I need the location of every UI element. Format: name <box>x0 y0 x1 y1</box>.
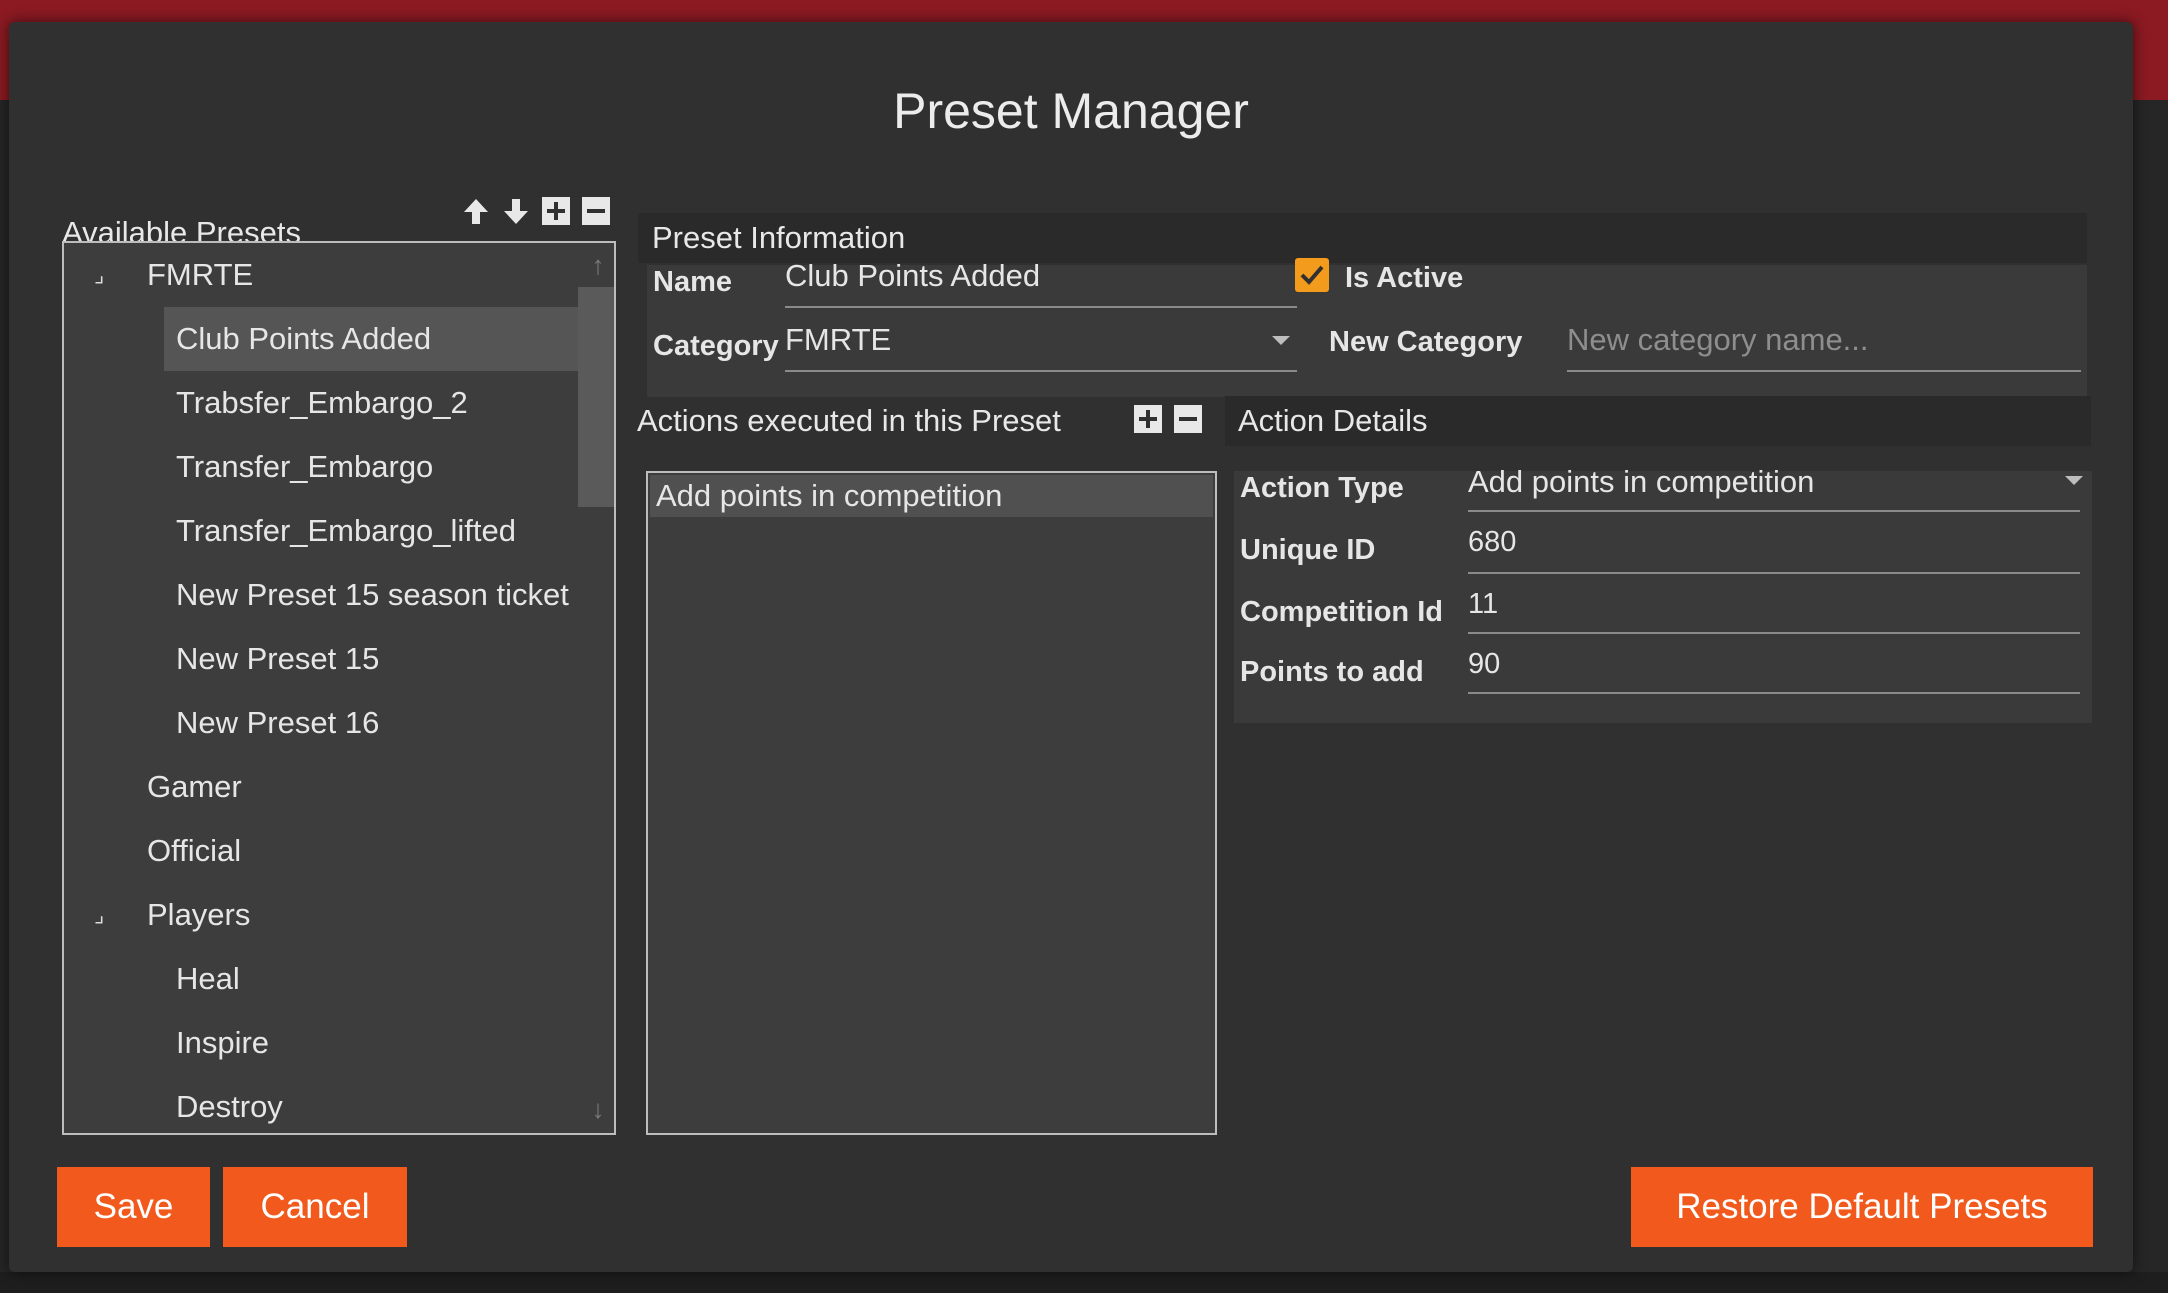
dialog-title: Preset Manager <box>893 83 1249 139</box>
name-field[interactable]: Club Points Added <box>785 258 1040 294</box>
competition-id-underline <box>1468 632 2080 634</box>
tree-item-fmrte[interactable]: FMRTE <box>147 243 253 307</box>
preset-information-title: Preset Information <box>652 220 906 255</box>
tree-item-heal[interactable]: Heal <box>176 947 240 1011</box>
action-details-title: Action Details <box>1238 403 1428 438</box>
remove-action-icon[interactable] <box>1173 404 1203 434</box>
action-list-item[interactable]: Add points in competition <box>650 475 1213 517</box>
background-app-left <box>0 100 9 1280</box>
background-app-bottom <box>0 1272 2168 1293</box>
scroll-up-arrow-icon[interactable]: ↑ <box>578 245 614 285</box>
actions-list[interactable]: Add points in competition <box>646 471 1217 1135</box>
tree-item-new-preset-16[interactable]: New Preset 16 <box>176 691 379 755</box>
preset-information-header: Preset Information <box>638 213 2087 263</box>
points-to-add-underline <box>1468 692 2080 694</box>
action-type-chevron-down-icon[interactable] <box>2065 476 2083 485</box>
tree-item-new-preset-15-season-ticket[interactable]: New Preset 15 season ticket <box>176 563 569 627</box>
actions-title: Actions executed in this Preset <box>637 403 1061 438</box>
tree-item-club-points-added[interactable]: Club Points Added <box>164 307 578 371</box>
tree-scrollbar[interactable]: ↑ ↓ <box>578 243 614 1133</box>
preset-manager-dialog: Preset Manager Available Presets ⌟ FMRTE… <box>9 22 2133 1272</box>
unique-id-underline <box>1468 572 2080 574</box>
tree-item-players[interactable]: Players <box>147 883 250 947</box>
move-down-icon[interactable] <box>501 196 531 226</box>
name-label: Name <box>653 266 732 298</box>
new-category-input-underline <box>1567 370 2081 372</box>
new-category-label: New Category <box>1329 326 1523 358</box>
category-label: Category <box>653 330 779 362</box>
unique-id-label: Unique ID <box>1240 534 1376 566</box>
action-type-select[interactable]: Add points in competition <box>1468 464 1814 500</box>
save-button[interactable]: Save <box>57 1167 210 1247</box>
presets-tree[interactable]: ⌟ FMRTE Club Points Added Trabsfer_Embar… <box>62 241 616 1135</box>
tree-scroll-thumb[interactable] <box>578 287 614 507</box>
action-type-underline <box>1468 510 2080 512</box>
category-chevron-down-icon[interactable] <box>1272 336 1290 345</box>
move-up-icon[interactable] <box>461 196 491 226</box>
new-category-input[interactable]: New category name... <box>1567 322 1869 358</box>
remove-preset-icon[interactable] <box>581 196 611 226</box>
tree-item-gamer[interactable]: Gamer <box>147 755 242 819</box>
action-type-label: Action Type <box>1240 472 1404 504</box>
actions-header: Actions executed in this Preset <box>637 396 1217 446</box>
tree-item-official[interactable]: Official <box>147 819 241 883</box>
competition-id-label: Competition Id <box>1240 596 1443 628</box>
is-active-checkbox[interactable] <box>1295 258 1329 292</box>
tree-item-trabsfer-embargo-2[interactable]: Trabsfer_Embargo_2 <box>176 371 468 435</box>
category-select-underline <box>785 370 1297 372</box>
unique-id-field[interactable]: 680 <box>1468 526 1516 559</box>
points-to-add-label: Points to add <box>1240 656 1424 688</box>
scroll-down-arrow-icon[interactable]: ↓ <box>578 1089 614 1129</box>
is-active-label: Is Active <box>1345 262 1464 294</box>
tree-item-destroy[interactable]: Destroy <box>176 1075 283 1133</box>
collapse-fmrte-icon[interactable]: ⌟ <box>94 264 114 286</box>
tree-item-inspire[interactable]: Inspire <box>176 1011 269 1075</box>
tree-item-new-preset-15[interactable]: New Preset 15 <box>176 627 379 691</box>
tree-item-transfer-embargo-lifted[interactable]: Transfer_Embargo_lifted <box>176 499 516 563</box>
action-details-header: Action Details <box>1225 396 2091 446</box>
competition-id-field[interactable]: 11 <box>1468 588 1498 621</box>
cancel-button[interactable]: Cancel <box>223 1167 407 1247</box>
name-field-underline <box>785 306 1297 308</box>
restore-default-presets-button[interactable]: Restore Default Presets <box>1631 1167 2093 1247</box>
add-preset-icon[interactable] <box>541 196 571 226</box>
tree-item-transfer-embargo[interactable]: Transfer_Embargo <box>176 435 433 499</box>
background-app-right <box>2132 100 2168 1280</box>
category-select[interactable]: FMRTE <box>785 322 891 358</box>
collapse-players-icon[interactable]: ⌟ <box>94 904 114 926</box>
points-to-add-field[interactable]: 90 <box>1468 648 1500 681</box>
add-action-icon[interactable] <box>1133 404 1163 434</box>
